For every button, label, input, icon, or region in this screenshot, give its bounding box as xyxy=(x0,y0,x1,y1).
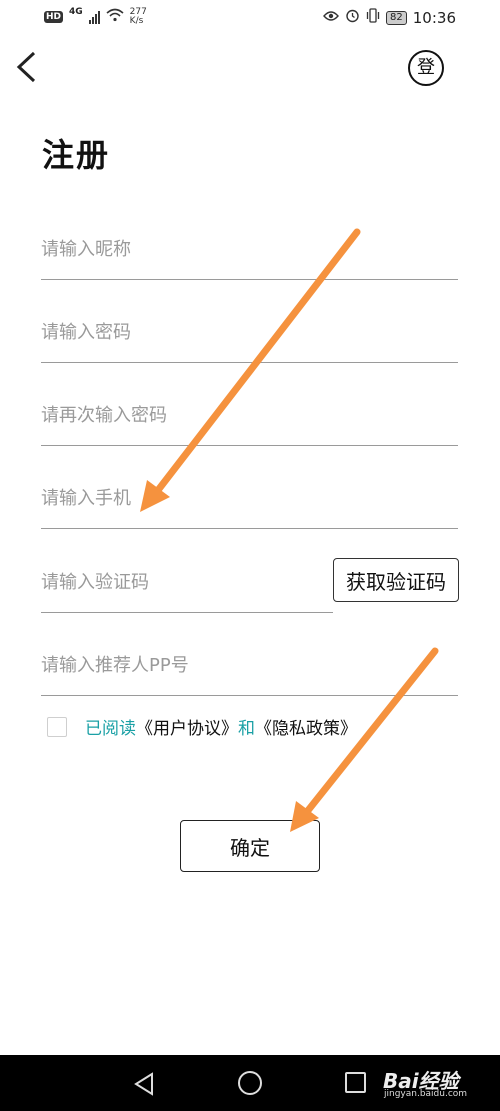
network-type: 4G xyxy=(69,7,83,17)
battery-icon: 82 xyxy=(386,10,407,25)
back-button[interactable] xyxy=(14,50,44,86)
and-label: 和 xyxy=(238,719,255,739)
password-field xyxy=(41,303,458,363)
phone-field xyxy=(41,469,458,529)
get-code-button[interactable]: 获取验证码 xyxy=(333,558,459,602)
password-input[interactable] xyxy=(41,303,458,361)
phone-input[interactable] xyxy=(41,469,458,527)
clock: 10:36 xyxy=(412,8,456,27)
hd-badge: HD xyxy=(44,11,64,23)
network-speed: 277 K/s xyxy=(130,8,147,26)
chevron-left-icon xyxy=(16,51,36,83)
eye-icon xyxy=(323,10,339,26)
vibrate-icon xyxy=(366,8,380,27)
nickname-field xyxy=(41,220,458,280)
triangle-back-icon xyxy=(134,1072,153,1096)
code-input[interactable] xyxy=(41,553,333,611)
nav-home-button[interactable] xyxy=(238,1071,262,1095)
privacy-policy-link[interactable]: 《隐私政策》 xyxy=(255,714,357,739)
status-left: HD 4G 277 K/s xyxy=(44,7,147,26)
referrer-field xyxy=(41,636,458,696)
confirm-password-field xyxy=(41,386,458,446)
login-button[interactable]: 登 xyxy=(408,50,444,86)
signal-icon xyxy=(88,10,100,24)
read-label: 已阅读 xyxy=(85,719,136,739)
nav-back-button[interactable] xyxy=(132,1071,156,1101)
watermark-url: jingyan.baidu.com xyxy=(384,1089,468,1099)
code-field xyxy=(41,553,333,613)
nickname-input[interactable] xyxy=(41,220,458,278)
agreement-checkbox[interactable] xyxy=(47,716,67,737)
confirm-password-input[interactable] xyxy=(41,386,458,444)
user-agreement-link[interactable]: 《用户协议》 xyxy=(136,714,238,739)
status-bar: HD 4G 277 K/s 82 10:36 xyxy=(0,0,500,36)
agreement-row: 已阅读 《用户协议》 和 《隐私政策》 xyxy=(47,714,357,739)
speed-unit: K/s xyxy=(129,16,144,26)
wifi-icon xyxy=(106,8,124,26)
referrer-input[interactable] xyxy=(41,636,458,694)
confirm-button[interactable]: 确定 xyxy=(180,820,320,872)
page-title: 注册 xyxy=(42,136,111,174)
alarm-icon xyxy=(345,8,360,27)
status-right: 82 10:36 xyxy=(323,8,456,27)
system-nav-bar: Bai经验 jingyan.baidu.com xyxy=(0,1055,500,1111)
nav-recent-button[interactable] xyxy=(345,1072,366,1093)
